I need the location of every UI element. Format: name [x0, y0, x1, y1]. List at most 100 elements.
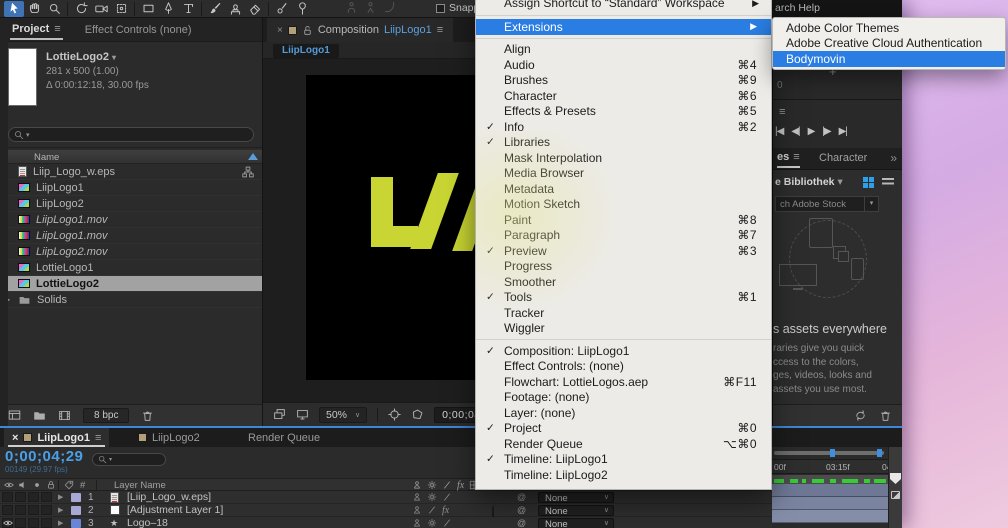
layer-name[interactable]: [Adjustment Layer 1]: [127, 504, 223, 516]
menu-item-effects-presets[interactable]: Effects & Presets ⌘5: [476, 104, 771, 120]
close-icon[interactable]: ×: [12, 432, 18, 444]
project-item-lottielogo2[interactable]: LottieLogo2: [0, 276, 262, 292]
project-item-liiplogo2-mov[interactable]: LiipLogo2.mov: [0, 244, 262, 260]
magnification-dropdown[interactable]: 50% ∨: [319, 406, 368, 423]
switch-box[interactable]: [15, 505, 26, 515]
list-view-icon[interactable]: [882, 178, 894, 187]
tool-type[interactable]: [178, 1, 198, 17]
project-item-solids[interactable]: ▶Solids: [0, 292, 262, 308]
panel-menu-icon[interactable]: ≡: [437, 24, 443, 36]
search-options-caret[interactable]: ▾: [26, 131, 30, 139]
switch-box[interactable]: [41, 505, 52, 515]
shy-icon[interactable]: [412, 505, 422, 515]
sun-icon[interactable]: [427, 518, 437, 528]
play-button[interactable]: ▶: [808, 126, 816, 137]
fx-icon[interactable]: fx: [457, 480, 464, 491]
shy-icon[interactable]: [412, 492, 422, 502]
panel-menu-icon[interactable]: ≡: [54, 23, 60, 35]
collapse-icon[interactable]: [427, 480, 437, 490]
project-search-input[interactable]: ▾: [8, 127, 254, 142]
tool-puppet-pin[interactable]: [292, 1, 312, 17]
submenu-item-adobe-creative-cloud-authentication[interactable]: Adobe Creative Cloud Authentication: [773, 36, 1005, 52]
tab-effect-controls[interactable]: Effect Controls (none): [85, 24, 192, 36]
timeline-tab-liiplogo2[interactable]: LiipLogo2: [130, 428, 208, 447]
trash-icon[interactable]: [879, 409, 892, 422]
menu-item-paint[interactable]: Paint ⌘8: [476, 212, 771, 228]
quality-icon[interactable]: [442, 480, 452, 490]
tool-rotate[interactable]: [71, 1, 91, 17]
switch-box[interactable]: [2, 505, 13, 515]
parent-pickwhip-icon[interactable]: @: [517, 492, 526, 502]
menu-item-wiggler[interactable]: Wiggler: [476, 321, 771, 337]
menu-item-metadata[interactable]: Metadata: [476, 181, 771, 197]
footage-icon[interactable]: [58, 409, 71, 422]
last-frame-button[interactable]: ▶|: [839, 126, 848, 137]
folder-icon[interactable]: [33, 409, 46, 422]
region-of-interest-icon[interactable]: [411, 408, 424, 421]
project-item-liip-logo-w-eps[interactable]: Liip_Logo_w.eps: [0, 164, 262, 180]
tab-project[interactable]: Project ≡: [10, 19, 63, 40]
shy-icon[interactable]: [412, 518, 422, 528]
menu-item-audio[interactable]: Audio ⌘4: [476, 57, 771, 73]
layer-bar[interactable]: [772, 510, 888, 523]
layer-row-liip-logo-w-eps[interactable]: ▶ 1 [Liip_Logo_w.eps] @ None ∨: [0, 491, 772, 504]
menu-item-layer-none[interactable]: Layer: (none): [476, 405, 771, 421]
menu-item-tools[interactable]: ✓ Tools ⌘1: [476, 290, 771, 306]
menu-item-preview[interactable]: ✓ Preview ⌘3: [476, 243, 771, 259]
menu-item-timeline-liiplogo1[interactable]: ✓ Timeline: LiipLogo1: [476, 452, 771, 468]
tool-roto-brush[interactable]: [272, 1, 292, 17]
expander-icon[interactable]: ▶: [58, 493, 63, 501]
tool-camera[interactable]: [91, 1, 111, 17]
layer-bar[interactable]: [772, 484, 888, 497]
layer-row-logo-18[interactable]: ▶ 3 ★ Logo–18 @ None ∨: [0, 517, 772, 528]
parent-pickwhip-icon[interactable]: @: [517, 518, 526, 528]
library-dropdown[interactable]: e Bibliothek ▾: [775, 176, 843, 188]
parent-dropdown[interactable]: None ∨: [538, 492, 614, 504]
preview-panel-menu-icon[interactable]: ≡: [779, 106, 785, 118]
audio-speaker-icon[interactable]: [18, 480, 28, 490]
menu-item-align[interactable]: Align: [476, 42, 771, 58]
layer-name-column[interactable]: Layer Name: [114, 480, 166, 491]
tool-selection[interactable]: [4, 0, 24, 17]
slash-icon[interactable]: [442, 518, 452, 528]
tab-overflow-icon[interactable]: »: [890, 151, 897, 165]
switch-box[interactable]: [15, 492, 26, 502]
menu-item-composition-liiplogo1[interactable]: ✓ Composition: LiipLogo1: [476, 343, 771, 359]
switch-box[interactable]: [28, 505, 39, 515]
label-tag-icon[interactable]: [64, 480, 74, 490]
layer-name[interactable]: Logo–18: [127, 517, 168, 528]
menu-item-assign-shortcut[interactable]: Assign Shortcut to “Standard” Workspace …: [476, 0, 771, 12]
unlock-icon[interactable]: [302, 25, 313, 36]
sun-icon[interactable]: [427, 492, 437, 502]
menu-item-smoother[interactable]: Smoother: [476, 274, 771, 290]
menu-item-brushes[interactable]: Brushes ⌘9: [476, 73, 771, 89]
parent-dropdown[interactable]: None ∨: [538, 505, 614, 517]
sort-ascending-icon[interactable]: [248, 153, 258, 160]
menu-item-render-queue[interactable]: Render Queue ⌥⌘0: [476, 436, 771, 452]
monitor-icon[interactable]: [296, 408, 309, 421]
eye-icon[interactable]: [3, 518, 13, 528]
current-time-display[interactable]: 0;00;04;29: [5, 448, 83, 465]
menu-item-motion-sketch[interactable]: Motion Sketch: [476, 197, 771, 213]
submenu-item-bodymovin[interactable]: Bodymovin: [773, 51, 1005, 67]
slash-icon[interactable]: [442, 492, 452, 502]
first-frame-button[interactable]: |◀: [775, 126, 784, 137]
grid-guides-icon[interactable]: [388, 408, 401, 421]
parent-dropdown[interactable]: None ∨: [538, 518, 614, 528]
label-color-swatch[interactable]: [71, 506, 81, 515]
zoom-slider-handle[interactable]: [830, 449, 835, 457]
timeline-tab-liiplogo1[interactable]: × LiipLogo1 ≡: [4, 428, 110, 447]
project-item-liiplogo1-mov[interactable]: LiipLogo1.mov: [0, 212, 262, 228]
tool-clone-stamp[interactable]: [225, 1, 245, 17]
comp-marker-icon[interactable]: [891, 491, 900, 499]
switch-box[interactable]: [2, 492, 13, 502]
label-color-swatch[interactable]: [71, 493, 81, 502]
zoom-slider-handle[interactable]: [877, 449, 882, 457]
tool-pan-behind[interactable]: [111, 1, 131, 17]
menu-item-extensions[interactable]: Extensions ▶: [476, 19, 771, 35]
zoom-slider-track[interactable]: [774, 451, 884, 455]
submenu-item-adobe-color-themes[interactable]: Adobe Color Themes: [773, 20, 1005, 36]
time-ruler[interactable]: 00f 03:15f 04: [772, 459, 891, 474]
tool-eraser[interactable]: [245, 1, 265, 17]
previous-frame-button[interactable]: ◀|: [791, 126, 800, 137]
